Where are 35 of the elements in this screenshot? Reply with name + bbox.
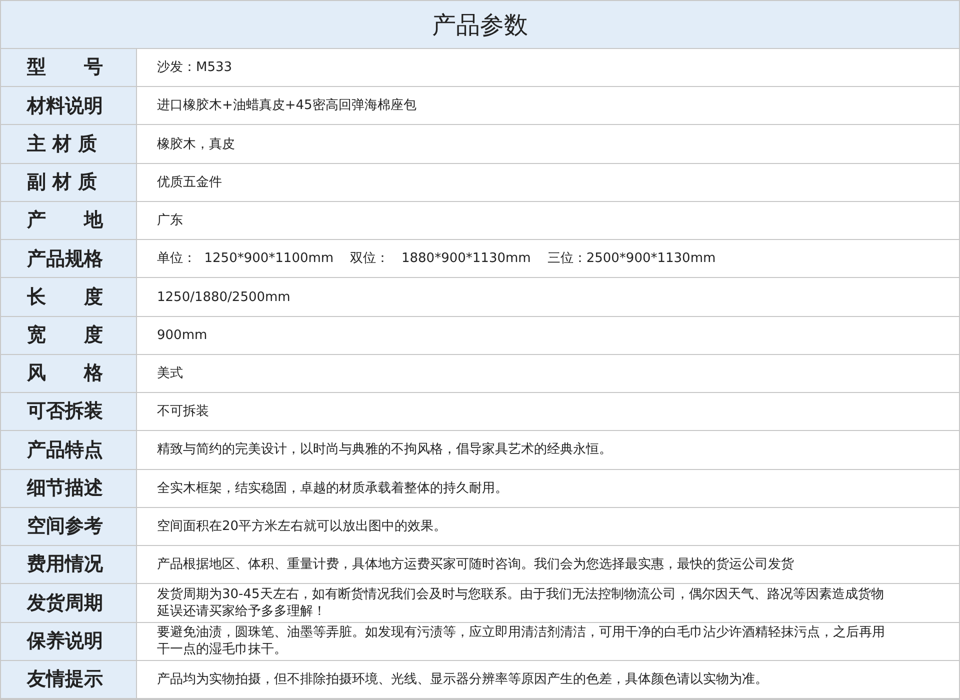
row-value: 900mm: [157, 326, 208, 344]
row-label: 风 格: [27, 361, 103, 386]
row-label: 费用情况: [27, 552, 103, 578]
row-value: 美式: [157, 364, 183, 382]
row-label: 材料说明: [27, 94, 103, 119]
row-value: 要避免油渍，圆珠笔、油墨等弄脏。如发现有污渍等，应立即用清洁剂清洁，可用干净的白毛巾沾少许酒精轻抹污点，之后再用干一点的湿毛巾抹干。: [157, 624, 886, 658]
row-value: 优质五金件: [157, 174, 222, 191]
row-label: 主 材 质: [27, 132, 98, 157]
row-label: 产 地: [27, 208, 103, 234]
row-value: 产品均为实物拍摄，但不排除拍摄环境、光线、显示器分辨率等原因产生的色差，具体颜色请以实物为准。: [157, 670, 768, 688]
row-value: 橡胶木，真皮: [157, 136, 235, 153]
row-label: 产品规格: [27, 246, 103, 272]
row-label: 宽 度: [27, 323, 103, 348]
row-label: 发货周期: [27, 590, 103, 616]
row-label: 产品特点: [27, 438, 103, 463]
row-label: 型 号: [27, 55, 103, 80]
row-value: 产品根据地区、体积、重量计费，具体地方运费买家可随时咨询。我们会为您选择最实惠，最快的货运公司发货: [157, 556, 794, 574]
row-value: 单位： 1250*900*1100mm 双位： 1880*900*1130mm 三位：2500*900*1130mm: [157, 250, 716, 268]
row-label: 可否拆装: [27, 399, 103, 424]
row-label: 空间参考: [27, 514, 103, 540]
row-label: 友情提示: [27, 667, 103, 692]
table-title: 产品参数: [432, 10, 528, 40]
row-label: 长 度: [27, 284, 103, 310]
row-value: 空间面积在20平方米左右就可以放出图中的效果。: [157, 518, 447, 535]
row-label: 细节描述: [27, 476, 103, 501]
row-label: 副 材 质: [27, 170, 98, 196]
row-value: 精致与简约的完美设计，以时尚与典雅的不拘风格，倡导家具艺术的经典永恒。: [157, 441, 612, 458]
row-value: 不可拆装: [157, 403, 209, 420]
row-value: 进口橡胶木+油蜡真皮+45密高回弹海棉座包: [157, 97, 416, 114]
row-label: 保养说明: [27, 628, 103, 654]
row-value: 沙发：M533: [157, 59, 232, 76]
row-value: 发货周期为30-45天左右，如有断货情况我们会及时与您联系。由于我们无法控制物流公司，偶尔因天气、路况等因素造成货物延误还请买家给予多多理解！: [157, 586, 885, 620]
row-value: 广东: [157, 212, 183, 230]
row-value: 1250/1880/2500mm: [157, 288, 290, 306]
row-value: 全实木框架，结实稳固，卓越的材质承载着整体的持久耐用。: [157, 480, 508, 497]
